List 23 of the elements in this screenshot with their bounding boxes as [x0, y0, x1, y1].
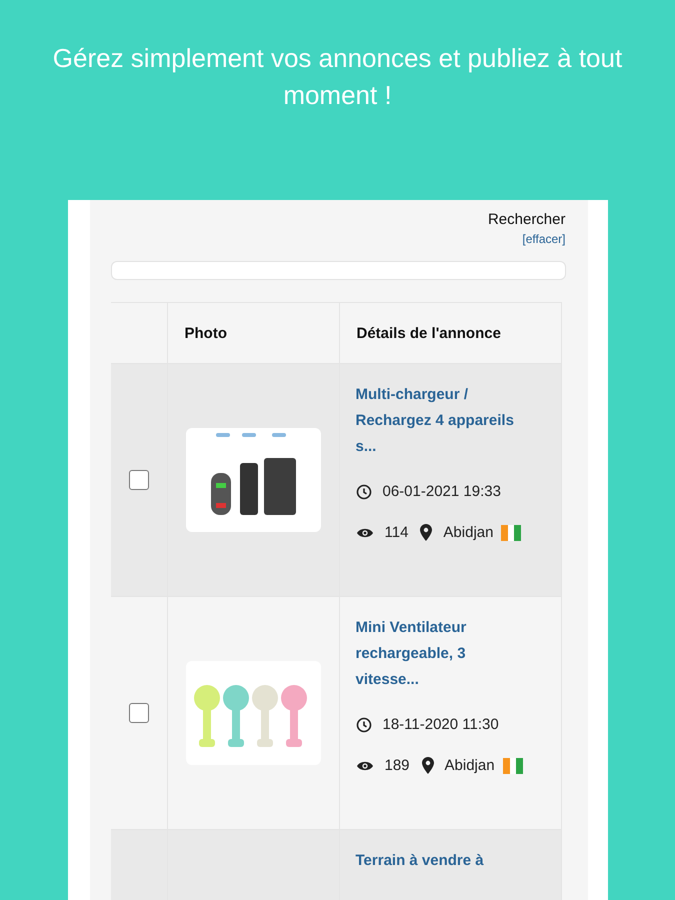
checkbox[interactable]: [128, 470, 148, 490]
search-label: Rechercher: [488, 211, 566, 228]
listing-title-link[interactable]: Multi-chargeur / Rechargez 4 appareils s...: [356, 382, 526, 460]
clear-link[interactable]: [effacer]: [522, 232, 566, 246]
search-field[interactable]: [110, 261, 566, 280]
location-pin-icon: [420, 524, 432, 541]
location-pin-icon: [422, 757, 434, 774]
flag-icon: [502, 758, 523, 774]
date-text: 06-01-2021 19:33: [382, 483, 501, 500]
checkbox[interactable]: [128, 703, 148, 723]
view-count: 189: [384, 757, 410, 774]
flag-icon: [501, 524, 522, 540]
eye-icon: [356, 526, 374, 538]
clock-icon: [356, 716, 372, 732]
date-text: 18-11-2020 11:30: [382, 716, 499, 733]
view-count: 114: [384, 524, 408, 541]
eye-icon: [356, 760, 374, 772]
listing-title-link[interactable]: Terrain à vendre à: [356, 848, 484, 874]
city-text: Abidjan: [443, 524, 494, 541]
listing-title-link[interactable]: Mini Ventilateur rechargeable, 3 vitesse...: [356, 615, 526, 693]
city-text: Abidjan: [444, 757, 495, 774]
clock-icon: [356, 484, 372, 500]
headline: Gérez simplement vos annonces et publiez à tout moment !: [52, 42, 624, 112]
